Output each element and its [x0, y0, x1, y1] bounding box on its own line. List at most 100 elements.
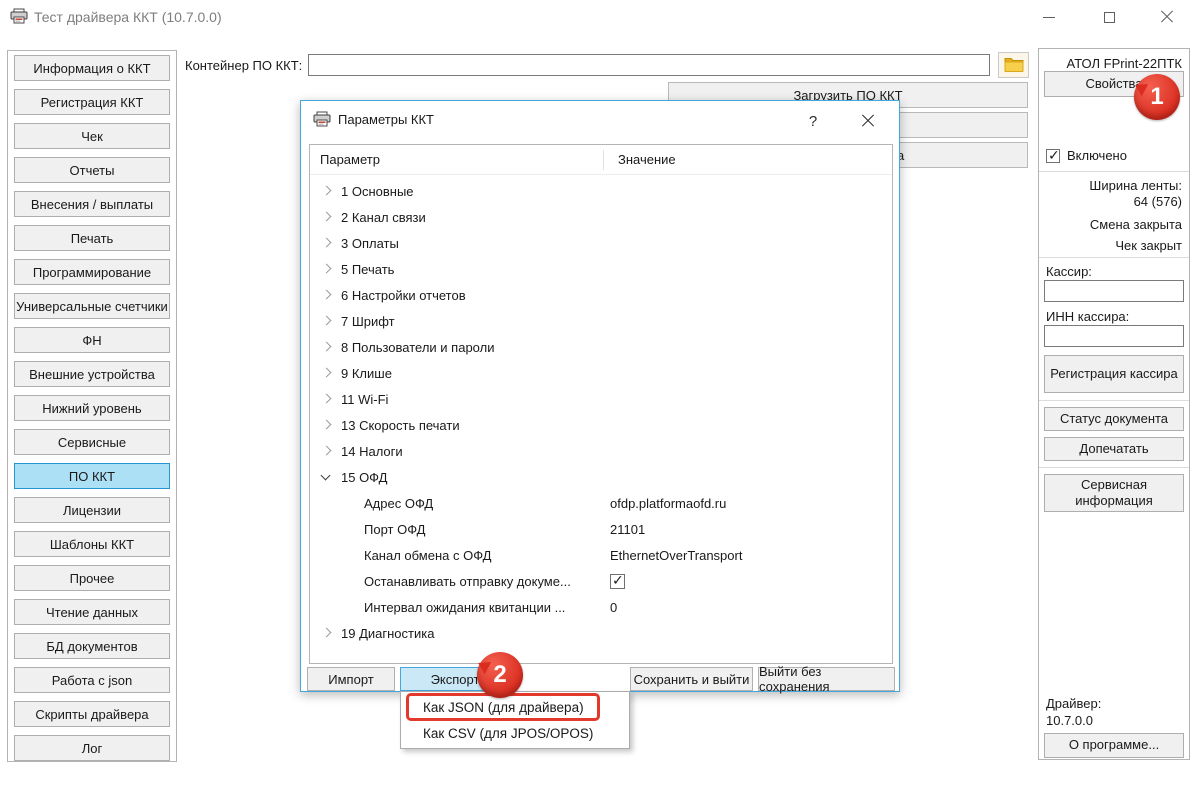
- chevron-right-icon[interactable]: [318, 417, 336, 433]
- tree-param-label: Интервал ожидания квитанции ...: [364, 600, 565, 615]
- tree-param-value: ofdp.platformaofd.ru: [610, 490, 726, 516]
- tree-row[interactable]: 15 ОФД: [310, 464, 892, 490]
- sidebar-button[interactable]: Печать: [14, 225, 170, 251]
- about-button[interactable]: О программе...: [1044, 733, 1184, 758]
- register-cashier-label: Регистрация кассира: [1050, 366, 1178, 382]
- tree-param-label: 11 Wi-Fi: [341, 392, 388, 407]
- save-and-exit-button[interactable]: Сохранить и выйти: [630, 667, 753, 691]
- chevron-right-icon[interactable]: [318, 261, 336, 277]
- menu-item[interactable]: Как CSV (для JPOS/OPOS): [401, 720, 629, 746]
- maximize-button[interactable]: [1087, 2, 1131, 32]
- chevron-right-icon[interactable]: [318, 443, 336, 459]
- tree-param-label: Порт ОФД: [364, 522, 425, 537]
- chevron-right-icon[interactable]: [318, 183, 336, 199]
- register-cashier-button[interactable]: Регистрация кассира: [1044, 355, 1184, 393]
- callout-badge-2: 2: [477, 652, 523, 698]
- sidebar-button[interactable]: Внешние устройства: [14, 361, 170, 387]
- chevron-right-icon[interactable]: [318, 287, 336, 303]
- export-label: Экспорт: [431, 672, 480, 687]
- sidebar-button[interactable]: Информация о ККТ: [14, 55, 170, 81]
- device-name: АТОЛ FPrint-22ПТК: [1067, 56, 1182, 71]
- chevron-right-icon[interactable]: [318, 365, 336, 381]
- tree-row[interactable]: 7 Шрифт: [310, 308, 892, 334]
- tree-row[interactable]: 13 Скорость печати: [310, 412, 892, 438]
- cashier-input[interactable]: [1044, 280, 1184, 302]
- chevron-right-icon[interactable]: [318, 235, 336, 251]
- dialog-close-button[interactable]: [853, 107, 883, 135]
- kkt-parameters-dialog: Параметры ККТ ? Параметр Значение 1 Осно…: [300, 100, 900, 692]
- sidebar-button[interactable]: Отчеты: [14, 157, 170, 183]
- tree-row[interactable]: 1 Основные: [310, 178, 892, 204]
- tree-row[interactable]: 3 Оплаты: [310, 230, 892, 256]
- sidebar-button[interactable]: Внесения / выплаты: [14, 191, 170, 217]
- tree-row[interactable]: 6 Настройки отчетов: [310, 282, 892, 308]
- sidebar-button[interactable]: Скрипты драйвера: [14, 701, 170, 727]
- sidebar-button[interactable]: Лицензии: [14, 497, 170, 523]
- sidebar-button[interactable]: Чтение данных: [14, 599, 170, 625]
- checkbox-icon[interactable]: [1046, 149, 1060, 163]
- dialog-help-button[interactable]: ?: [801, 109, 825, 133]
- param-tree: Параметр Значение 1 Основные2 Канал связ…: [309, 144, 893, 664]
- sidebar-button[interactable]: Шаблоны ККТ: [14, 531, 170, 557]
- close-icon: [861, 114, 875, 128]
- separator: [1039, 257, 1189, 258]
- param-column-header: Параметр: [320, 152, 380, 167]
- tree-row[interactable]: 11 Wi-Fi: [310, 386, 892, 412]
- tree-row[interactable]: 14 Налоги: [310, 438, 892, 464]
- chevron-right-icon[interactable]: [318, 625, 336, 641]
- sidebar-button[interactable]: Работа с json: [14, 667, 170, 693]
- close-button[interactable]: [1145, 2, 1189, 32]
- chevron-right-icon[interactable]: [318, 339, 336, 355]
- tree-row[interactable]: Адрес ОФДofdp.platformaofd.ru: [310, 490, 892, 516]
- sidebar-button[interactable]: ПО ККТ: [14, 463, 170, 489]
- reprint-label: Допечатать: [1079, 441, 1148, 457]
- tree-param-label: 6 Настройки отчетов: [341, 288, 466, 303]
- service-info-button[interactable]: Сервисная информация: [1044, 474, 1184, 512]
- tree-param-label: 13 Скорость печати: [341, 418, 460, 433]
- cashier-label: Кассир:: [1046, 264, 1092, 279]
- container-po-kkt-input[interactable]: [308, 54, 990, 76]
- titlebar: Тест драйвера ККТ (10.7.0.0): [0, 0, 1199, 34]
- chevron-right-icon[interactable]: [318, 391, 336, 407]
- chevron-right-icon[interactable]: [318, 313, 336, 329]
- tree-param-value[interactable]: [610, 568, 625, 594]
- tree-param-label: 5 Печать: [341, 262, 394, 277]
- dialog-title: Параметры ККТ: [338, 112, 434, 127]
- sidebar-button[interactable]: Универсальные счетчики: [14, 293, 170, 319]
- tree-row[interactable]: Порт ОФД21101: [310, 516, 892, 542]
- exit-without-saving-button[interactable]: Выйти без сохранения: [758, 667, 895, 691]
- sidebar-button[interactable]: Программирование: [14, 259, 170, 285]
- sidebar-button[interactable]: Сервисные: [14, 429, 170, 455]
- tree-row[interactable]: 19 Диагностика: [310, 620, 892, 646]
- checkbox-icon[interactable]: [610, 574, 625, 589]
- document-status-button[interactable]: Статус документа: [1044, 407, 1184, 431]
- tree-row[interactable]: Интервал ожидания квитанции ...0: [310, 594, 892, 620]
- tree-param-label: 3 Оплаты: [341, 236, 399, 251]
- sidebar-button[interactable]: Регистрация ККТ: [14, 89, 170, 115]
- import-button[interactable]: Импорт: [307, 667, 395, 691]
- chevron-right-icon[interactable]: [318, 209, 336, 225]
- tree-row[interactable]: Останавливать отправку докуме...: [310, 568, 892, 594]
- sidebar-button[interactable]: ФН: [14, 327, 170, 353]
- sidebar-button[interactable]: Лог: [14, 735, 170, 761]
- minimize-button[interactable]: [1027, 2, 1071, 32]
- tree-row[interactable]: 9 Клише: [310, 360, 892, 386]
- reprint-button[interactable]: Допечатать: [1044, 437, 1184, 461]
- column-divider[interactable]: [603, 150, 604, 170]
- enabled-checkbox[interactable]: Включено: [1046, 148, 1127, 163]
- sidebar-button[interactable]: Чек: [14, 123, 170, 149]
- tree-param-label: 7 Шрифт: [341, 314, 395, 329]
- sidebar-button[interactable]: Нижний уровень: [14, 395, 170, 421]
- tree-param-label: 15 ОФД: [341, 470, 387, 485]
- sidebar-button[interactable]: БД документов: [14, 633, 170, 659]
- tree-row[interactable]: 5 Печать: [310, 256, 892, 282]
- tape-width-value: 64 (576): [1134, 194, 1182, 209]
- sidebar-button[interactable]: Прочее: [14, 565, 170, 591]
- tree-row[interactable]: 2 Канал связи: [310, 204, 892, 230]
- tree-row[interactable]: 8 Пользователи и пароли: [310, 334, 892, 360]
- cashier-inn-input[interactable]: [1044, 325, 1184, 347]
- chevron-down-icon[interactable]: [318, 469, 336, 485]
- browse-folder-button[interactable]: [998, 52, 1029, 78]
- window-title: Тест драйвера ККТ (10.7.0.0): [34, 9, 222, 25]
- tree-row[interactable]: Канал обмена с ОФДEthernetOverTransport: [310, 542, 892, 568]
